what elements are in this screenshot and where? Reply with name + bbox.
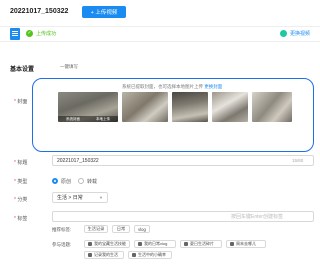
topic-text: 记录我的生活 — [94, 252, 118, 257]
category-value: 生活 > 日常 — [57, 195, 83, 201]
topic-chip[interactable]: 生活中的小确幸 — [128, 251, 172, 259]
topic-icon — [88, 253, 92, 257]
status-text: 上传成功 — [36, 31, 57, 37]
tags-label: 标签 — [14, 215, 27, 222]
topic-text: 周末去哪儿 — [236, 241, 256, 246]
topic-icon — [88, 242, 92, 246]
chevron-down-icon: ▼ — [99, 195, 103, 200]
upload-button[interactable]: + 上传视频 — [82, 6, 126, 18]
tags-input[interactable]: 按回车键Enter创建标签 — [52, 211, 314, 222]
radio-repost-label: 转载 — [87, 179, 98, 185]
thumb-tag-bar: 系统封面 本地上传 — [58, 116, 118, 122]
tags-placeholder: 按回车键Enter创建标签 — [231, 214, 283, 220]
topic-text: 生活中的小确幸 — [138, 252, 166, 257]
cover-hint: 系统已提取封面，也可选择本地图片上传 更换封面 — [122, 84, 223, 89]
radio-original[interactable] — [52, 178, 58, 184]
cover-thumbnail[interactable] — [252, 92, 292, 122]
page-title: 20221017_150322 — [10, 8, 69, 15]
title-label: 标题 — [14, 159, 27, 166]
topic-chip[interactable]: 我的日常vlog — [134, 240, 176, 248]
radio-original-label: 原创 — [61, 179, 72, 185]
type-label: 类型 — [14, 178, 27, 185]
upload-label: + 上传视频 — [90, 10, 118, 16]
category-label: 分类 — [14, 196, 27, 203]
file-icon — [10, 28, 20, 40]
title-value: 20221017_150322 — [57, 157, 99, 164]
replace-video-link[interactable]: 更换视频 — [290, 30, 310, 37]
topic-chip[interactable]: 周末去哪儿 — [226, 240, 266, 248]
recommend-tags-label: 推荐标签: — [52, 227, 72, 232]
radio-repost[interactable] — [78, 178, 84, 184]
thumb-tag[interactable]: 本地上传 — [96, 117, 110, 122]
topic-chip[interactable]: 夏日生活碎片 — [180, 240, 222, 248]
change-cover-link[interactable]: 更换封面 — [204, 84, 222, 89]
recommend-tag[interactable]: 生活记录 — [84, 225, 108, 233]
topic-icon — [132, 253, 136, 257]
cover-label: 封面 — [14, 98, 27, 105]
topic-text: 夏日生活碎片 — [190, 241, 214, 246]
cover-thumbnail[interactable] — [122, 92, 168, 122]
replace-icon[interactable] — [280, 30, 287, 37]
cover-thumbnail[interactable] — [172, 92, 208, 122]
section-title: 基本设置 — [10, 67, 35, 73]
check-icon: ✓ — [26, 30, 33, 37]
topic-text: 我的日常vlog — [144, 241, 168, 246]
section-subtitle[interactable]: 一键填写 — [60, 64, 78, 70]
topic-chip[interactable]: 记录我的生活 — [84, 251, 124, 259]
recommend-tag[interactable]: vlog — [134, 225, 150, 233]
cover-thumbnail[interactable] — [212, 92, 248, 122]
title-counter: 15/60 — [292, 158, 304, 163]
topic-icon — [184, 242, 188, 246]
category-select[interactable]: 生活 > 日常 ▼ — [52, 192, 108, 203]
title-input[interactable]: 20221017_150322 — [52, 155, 314, 166]
topic-icon — [230, 242, 234, 246]
thumb-tag[interactable]: 系统封面 — [66, 117, 80, 122]
cover-thumbnail[interactable]: 系统封面 本地上传 — [58, 92, 118, 122]
topic-icon — [138, 242, 142, 246]
recommend-tag[interactable]: 日常 — [112, 225, 130, 233]
topics-label: 参与话题: — [52, 242, 72, 247]
topic-text: 我的宝藏生活技能 — [94, 241, 126, 246]
topic-chip[interactable]: 我的宝藏生活技能 — [84, 240, 130, 248]
